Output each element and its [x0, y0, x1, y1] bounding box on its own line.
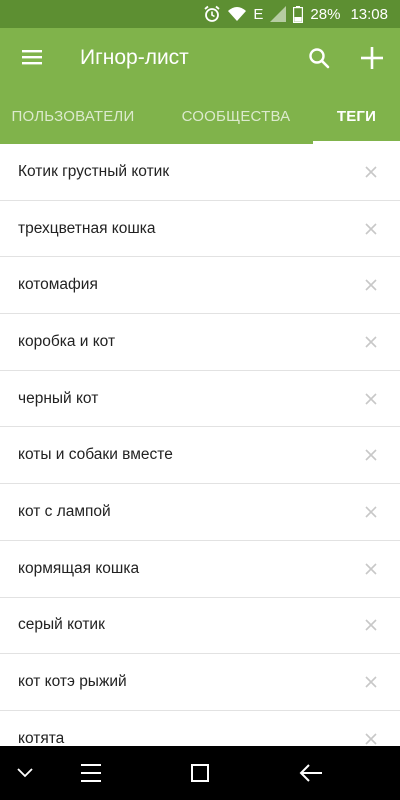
search-button[interactable] — [304, 43, 334, 73]
close-icon — [365, 506, 377, 518]
back-button[interactable] — [296, 758, 326, 788]
system-navigation-bar — [0, 746, 400, 800]
close-icon — [365, 393, 377, 405]
tag-label: черный кот — [18, 389, 99, 407]
remove-tag-button[interactable] — [360, 274, 382, 296]
chevron-down-icon — [17, 768, 33, 778]
list-item[interactable]: коты и собаки вместе — [0, 427, 400, 485]
battery-icon — [293, 5, 304, 23]
tag-label: кормящая кошка — [18, 559, 140, 577]
status-bar: E 28% 13:08 — [0, 0, 400, 28]
remove-tag-button[interactable] — [360, 671, 382, 693]
search-icon — [309, 48, 330, 69]
plus-icon — [361, 47, 383, 69]
list-item[interactable]: кормящая кошка — [0, 541, 400, 598]
signal-icon — [270, 6, 287, 22]
list-item[interactable]: кот с лампой — [0, 484, 400, 541]
remove-tag-button[interactable] — [360, 161, 382, 183]
close-icon — [365, 336, 377, 348]
close-icon — [365, 619, 377, 631]
tab-tags[interactable]: ТЕГИ — [313, 88, 400, 144]
alarm-icon — [203, 5, 221, 23]
menu-icon — [22, 50, 42, 65]
remove-tag-button[interactable] — [360, 388, 382, 410]
tag-label: коробка и кот — [18, 332, 116, 350]
list-item[interactable]: кот котэ рыжий — [0, 654, 400, 711]
hide-nav-button[interactable] — [10, 758, 40, 788]
close-icon — [365, 563, 377, 575]
recents-button[interactable] — [185, 758, 215, 788]
tab-users[interactable]: ПОЛЬЗОВАТЕЛИ — [0, 88, 146, 144]
close-icon — [365, 733, 377, 745]
tab-communities[interactable]: СООБЩЕСТВА — [166, 88, 306, 144]
network-type-label: E — [253, 5, 264, 23]
menu-icon — [81, 764, 101, 782]
recents-icon — [191, 764, 209, 782]
remove-tag-button[interactable] — [360, 331, 382, 353]
close-icon — [365, 676, 377, 688]
tag-label: котомафия — [18, 276, 98, 294]
tag-label: серый котик — [18, 616, 105, 634]
tag-label: котята — [18, 729, 65, 746]
list-item[interactable]: котомафия — [0, 257, 400, 315]
page-title: Игнор-лист — [80, 46, 189, 69]
list-item[interactable]: котята — [0, 711, 400, 746]
remove-tag-button[interactable] — [360, 218, 382, 240]
tag-label: кот с лампой — [18, 502, 111, 520]
tag-label: кот котэ рыжий — [18, 673, 127, 691]
list-item[interactable]: коробка и кот — [0, 314, 400, 371]
back-icon — [299, 764, 322, 782]
menu-button[interactable] — [18, 43, 46, 71]
clock-time: 13:08 — [350, 5, 388, 23]
list-item[interactable]: Котик грустный котик — [0, 144, 400, 201]
ignored-tags-list: Котик грустный котик трехцветная кошка к… — [0, 144, 400, 746]
tab-bar: ПОЛЬЗОВАТЕЛИ СООБЩЕСТВА ТЕГИ — [0, 88, 400, 144]
remove-tag-button[interactable] — [360, 614, 382, 636]
remove-tag-button[interactable] — [360, 558, 382, 580]
list-item[interactable]: трехцветная кошка — [0, 201, 400, 258]
list-item[interactable]: черный кот — [0, 371, 400, 428]
list-item[interactable]: серый котик — [0, 598, 400, 655]
tag-label: трехцветная кошка — [18, 219, 156, 237]
wifi-icon — [228, 6, 247, 22]
tag-label: Котик грустный котик — [18, 162, 170, 180]
close-icon — [365, 222, 377, 235]
remove-tag-button[interactable] — [360, 501, 382, 523]
close-icon — [365, 279, 377, 291]
app-bar: Игнор-лист — [0, 28, 400, 88]
battery-percent: 28% — [310, 5, 341, 23]
tag-label: коты и собаки вместе — [18, 446, 173, 464]
close-icon — [365, 166, 377, 178]
close-icon — [365, 449, 377, 461]
nav-menu-button[interactable] — [76, 758, 106, 788]
add-tag-button[interactable] — [356, 42, 388, 74]
remove-tag-button[interactable] — [360, 728, 382, 746]
remove-tag-button[interactable] — [360, 444, 382, 466]
